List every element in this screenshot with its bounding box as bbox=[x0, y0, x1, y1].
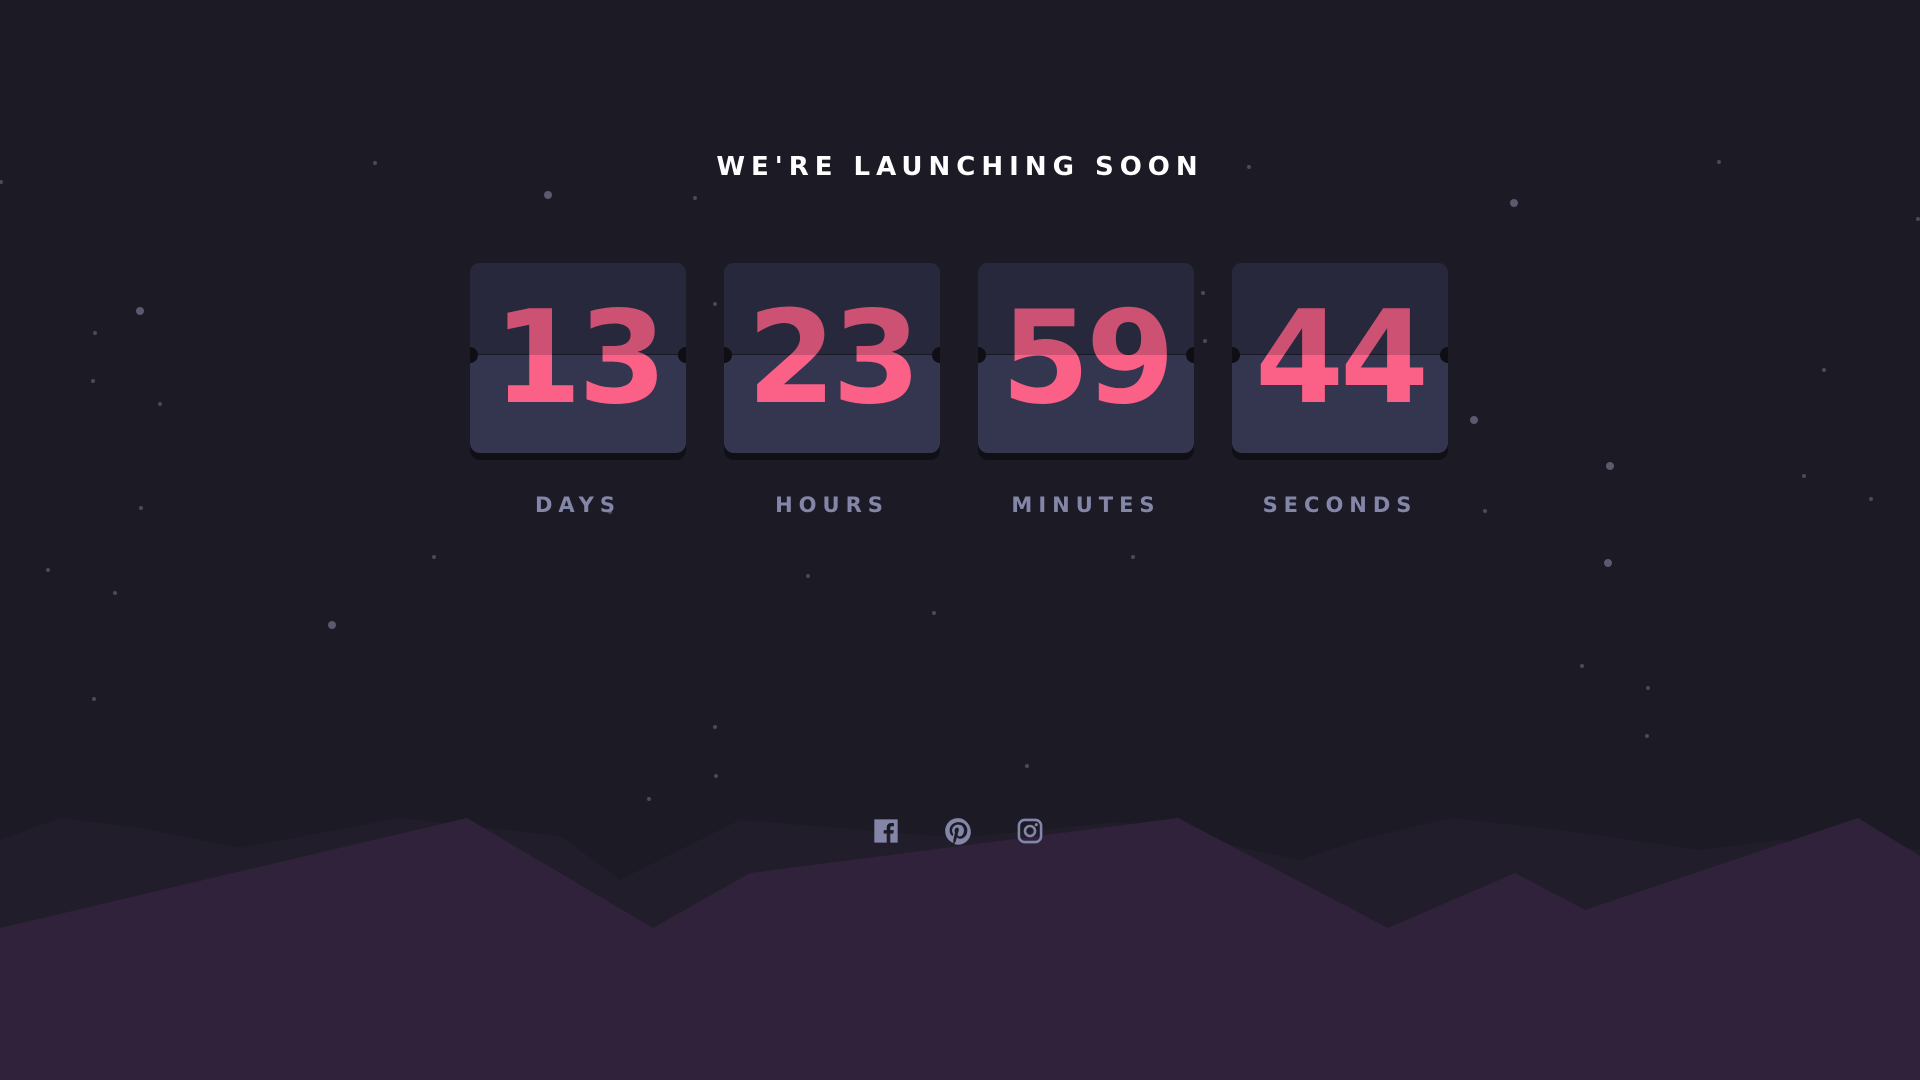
countdown-timer: 13 DAYS 23 HOURS 59 MINUTES 44 SECONDS bbox=[470, 263, 1448, 517]
flip-card: 23 bbox=[724, 263, 940, 453]
flip-card-shade bbox=[724, 263, 940, 355]
countdown-days: 13 DAYS bbox=[470, 263, 686, 517]
pinterest-link[interactable] bbox=[944, 817, 972, 845]
countdown-label: HOURS bbox=[775, 493, 889, 517]
facebook-icon bbox=[874, 819, 898, 843]
flip-card: 44 bbox=[1232, 263, 1448, 453]
social-links bbox=[872, 817, 1044, 845]
flip-card: 13 bbox=[470, 263, 686, 453]
flip-card-shade bbox=[1232, 263, 1448, 355]
countdown-seconds: 44 SECONDS bbox=[1232, 263, 1448, 517]
countdown-minutes: 59 MINUTES bbox=[978, 263, 1194, 517]
pinterest-icon bbox=[945, 818, 971, 845]
instagram-icon bbox=[1017, 818, 1043, 844]
flip-card-shade bbox=[470, 263, 686, 355]
countdown-label: MINUTES bbox=[1011, 493, 1161, 517]
countdown-hours: 23 HOURS bbox=[724, 263, 940, 517]
flip-card-shade bbox=[978, 263, 1194, 355]
countdown-label: DAYS bbox=[534, 493, 621, 517]
instagram-link[interactable] bbox=[1016, 817, 1044, 845]
countdown-label: SECONDS bbox=[1262, 493, 1418, 517]
flip-card: 59 bbox=[978, 263, 1194, 453]
facebook-link[interactable] bbox=[872, 817, 900, 845]
page-title: WE'RE LAUNCHING SOON bbox=[716, 152, 1204, 182]
launch-countdown-page: WE'RE LAUNCHING SOON 13 DAYS 23 HOURS 59… bbox=[0, 0, 1920, 1080]
